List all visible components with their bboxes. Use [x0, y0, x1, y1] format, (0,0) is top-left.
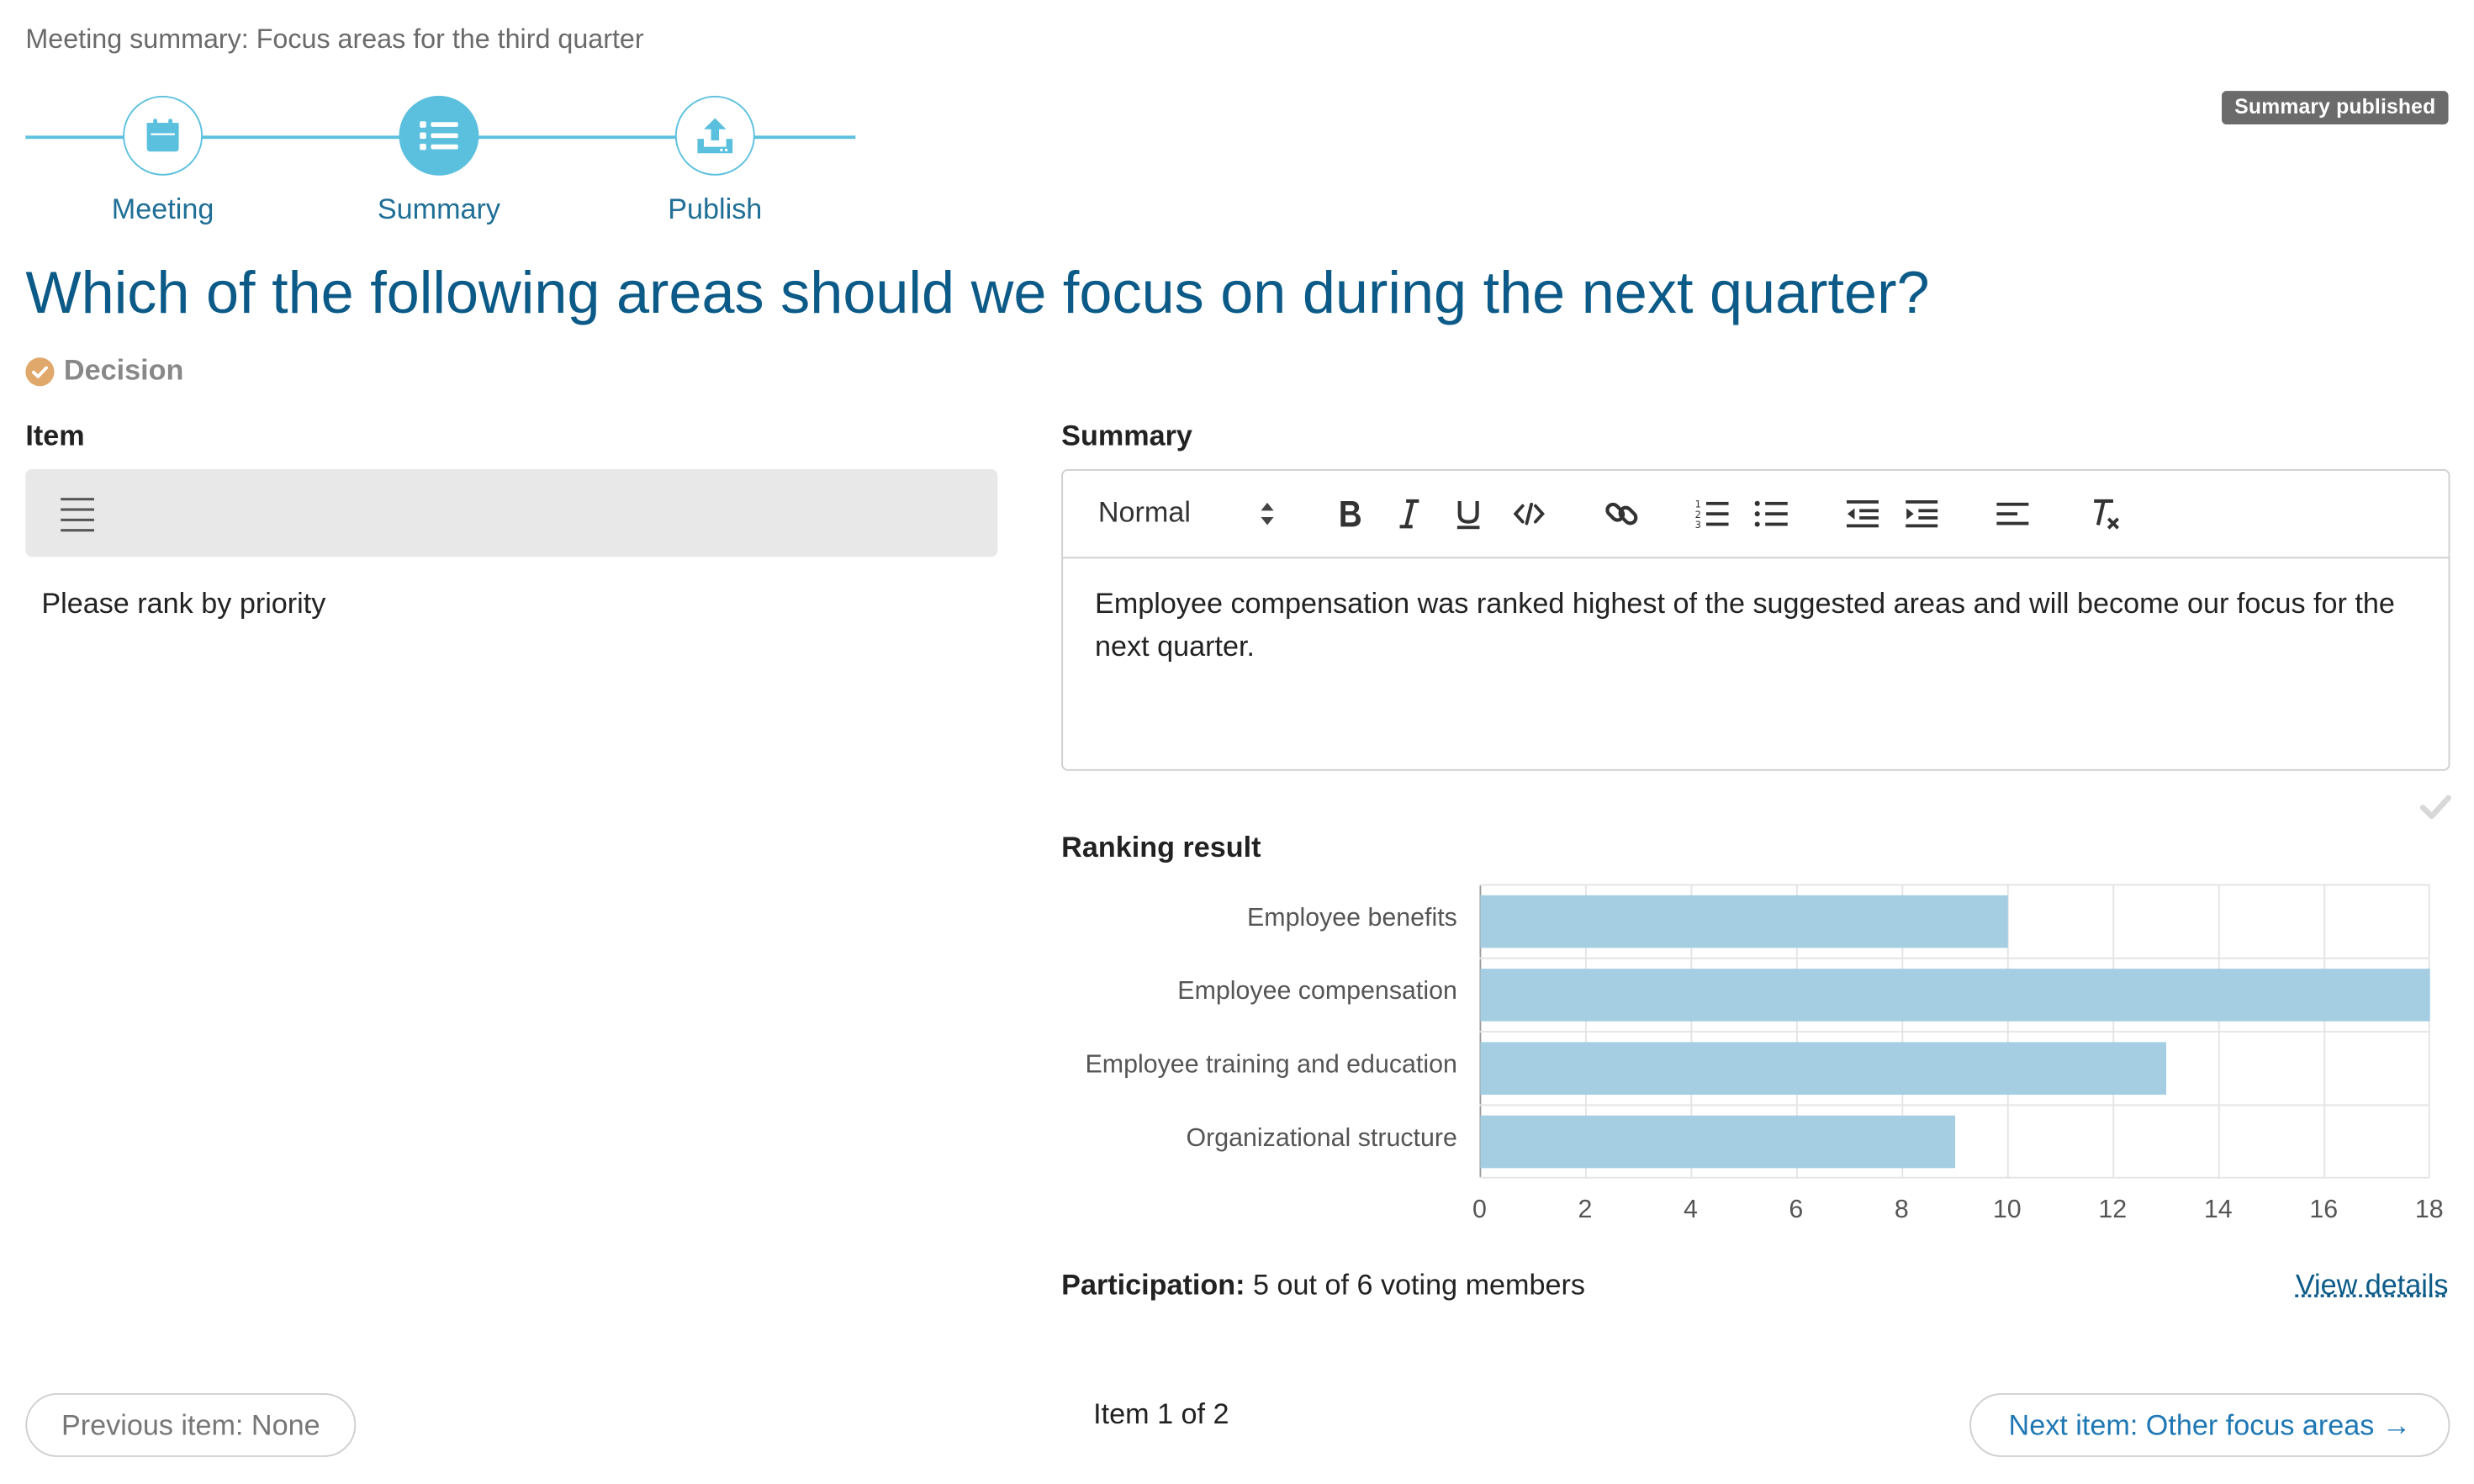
format-select[interactable]: Normal [1098, 496, 1191, 530]
status-badge: Summary published [2222, 91, 2449, 125]
tick-label: 4 [1683, 1196, 1698, 1224]
tick-label: 0 [1472, 1196, 1487, 1224]
ranking-heading: Ranking result [1061, 831, 1261, 863]
item-heading: Item [25, 420, 85, 452]
summary-heading: Summary [1061, 420, 1192, 452]
view-details-link[interactable]: View details [2296, 1269, 2449, 1302]
indent-button[interactable] [1901, 493, 1943, 534]
decision-tag: Decision [25, 354, 183, 388]
decision-label: Decision [63, 354, 184, 387]
underline-button[interactable] [1447, 493, 1488, 534]
link-icon [1605, 502, 1638, 525]
bar[interactable] [1480, 1115, 1956, 1169]
clear-format-button[interactable] [2085, 493, 2126, 534]
step-meeting-button[interactable] [123, 95, 204, 176]
participation-value: 5 out of 6 voting members [1252, 1268, 1585, 1301]
ordered-list-icon: 1 2 3 [1695, 499, 1729, 530]
tick-label: 6 [1789, 1196, 1804, 1224]
item-description: Please rank by priority [41, 587, 326, 620]
indent-icon [1906, 500, 1938, 528]
previous-item-button[interactable]: Previous item: None [25, 1392, 357, 1457]
participation-info: Participation: 5 out of 6 voting members [1061, 1269, 1585, 1302]
breadcrumb: Meeting summary: Focus areas for the thi… [25, 24, 644, 55]
menu-lines-icon [61, 498, 94, 532]
align-left-icon [1996, 502, 2029, 525]
code-button[interactable] [1509, 493, 1550, 534]
clear-format-icon [2094, 499, 2119, 530]
upload-icon [697, 118, 733, 154]
participation-label: Participation: [1061, 1268, 1245, 1301]
bullet-list-icon [1754, 500, 1788, 527]
tick-label: 12 [2098, 1196, 2128, 1224]
svg-text:3: 3 [1695, 519, 1701, 530]
outdent-icon [1846, 500, 1879, 528]
code-icon [1513, 502, 1545, 525]
ordered-list-button[interactable]: 1 2 3 [1692, 493, 1733, 534]
item-type-bar [25, 469, 998, 557]
editor-toolbar: Normal 1 2 3 [1063, 471, 2449, 559]
summary-text[interactable]: Employee compensation was ranked highest… [1095, 583, 2410, 668]
tick-label: 10 [1992, 1196, 2022, 1224]
ranking-chart [1479, 884, 2430, 1179]
category-label: Employee training and education [1085, 1051, 1457, 1080]
step-publish-label[interactable]: Publish [619, 193, 811, 227]
saved-check-icon [2419, 795, 2451, 820]
item-pager: Item 1 of 2 [1093, 1397, 1229, 1430]
italic-button[interactable] [1388, 493, 1430, 534]
calendar-icon [146, 119, 179, 152]
link-button[interactable] [1601, 493, 1642, 534]
category-label: Employee benefits [1247, 905, 1457, 932]
underline-icon [1456, 500, 1480, 530]
italic-icon [1399, 499, 1419, 529]
next-item-button[interactable]: Next item: Other focus areas → [1969, 1392, 2450, 1457]
summary-editor[interactable]: Normal 1 2 3 Employee compensation was r… [1061, 469, 2450, 771]
step-publish-button[interactable] [674, 95, 755, 176]
step-meeting-label[interactable]: Meeting [67, 193, 259, 227]
align-left-button[interactable] [1992, 493, 2033, 534]
category-label: Employee compensation [1177, 978, 1457, 1006]
category-label: Organizational structure [1186, 1125, 1457, 1153]
bullet-list-button[interactable] [1751, 493, 1792, 534]
step-summary-button[interactable] [399, 95, 479, 176]
list-icon [420, 121, 458, 151]
step-summary-label[interactable]: Summary [343, 193, 535, 227]
tick-label: 8 [1894, 1196, 1909, 1224]
outdent-button[interactable] [1842, 493, 1883, 534]
bar[interactable] [1480, 1042, 2167, 1096]
bar[interactable] [1480, 895, 2008, 948]
tick-label: 14 [2203, 1196, 2233, 1224]
bold-button[interactable] [1330, 493, 1371, 534]
bold-icon [1340, 500, 1361, 527]
page-title: Which of the following areas should we f… [25, 260, 1930, 326]
tick-label: 18 [2414, 1196, 2444, 1224]
bar[interactable] [1480, 969, 2430, 1022]
check-circle-icon [25, 356, 55, 386]
tick-label: 2 [1578, 1196, 1593, 1224]
tick-label: 16 [2309, 1196, 2339, 1224]
select-arrows-icon[interactable] [1258, 499, 1277, 528]
